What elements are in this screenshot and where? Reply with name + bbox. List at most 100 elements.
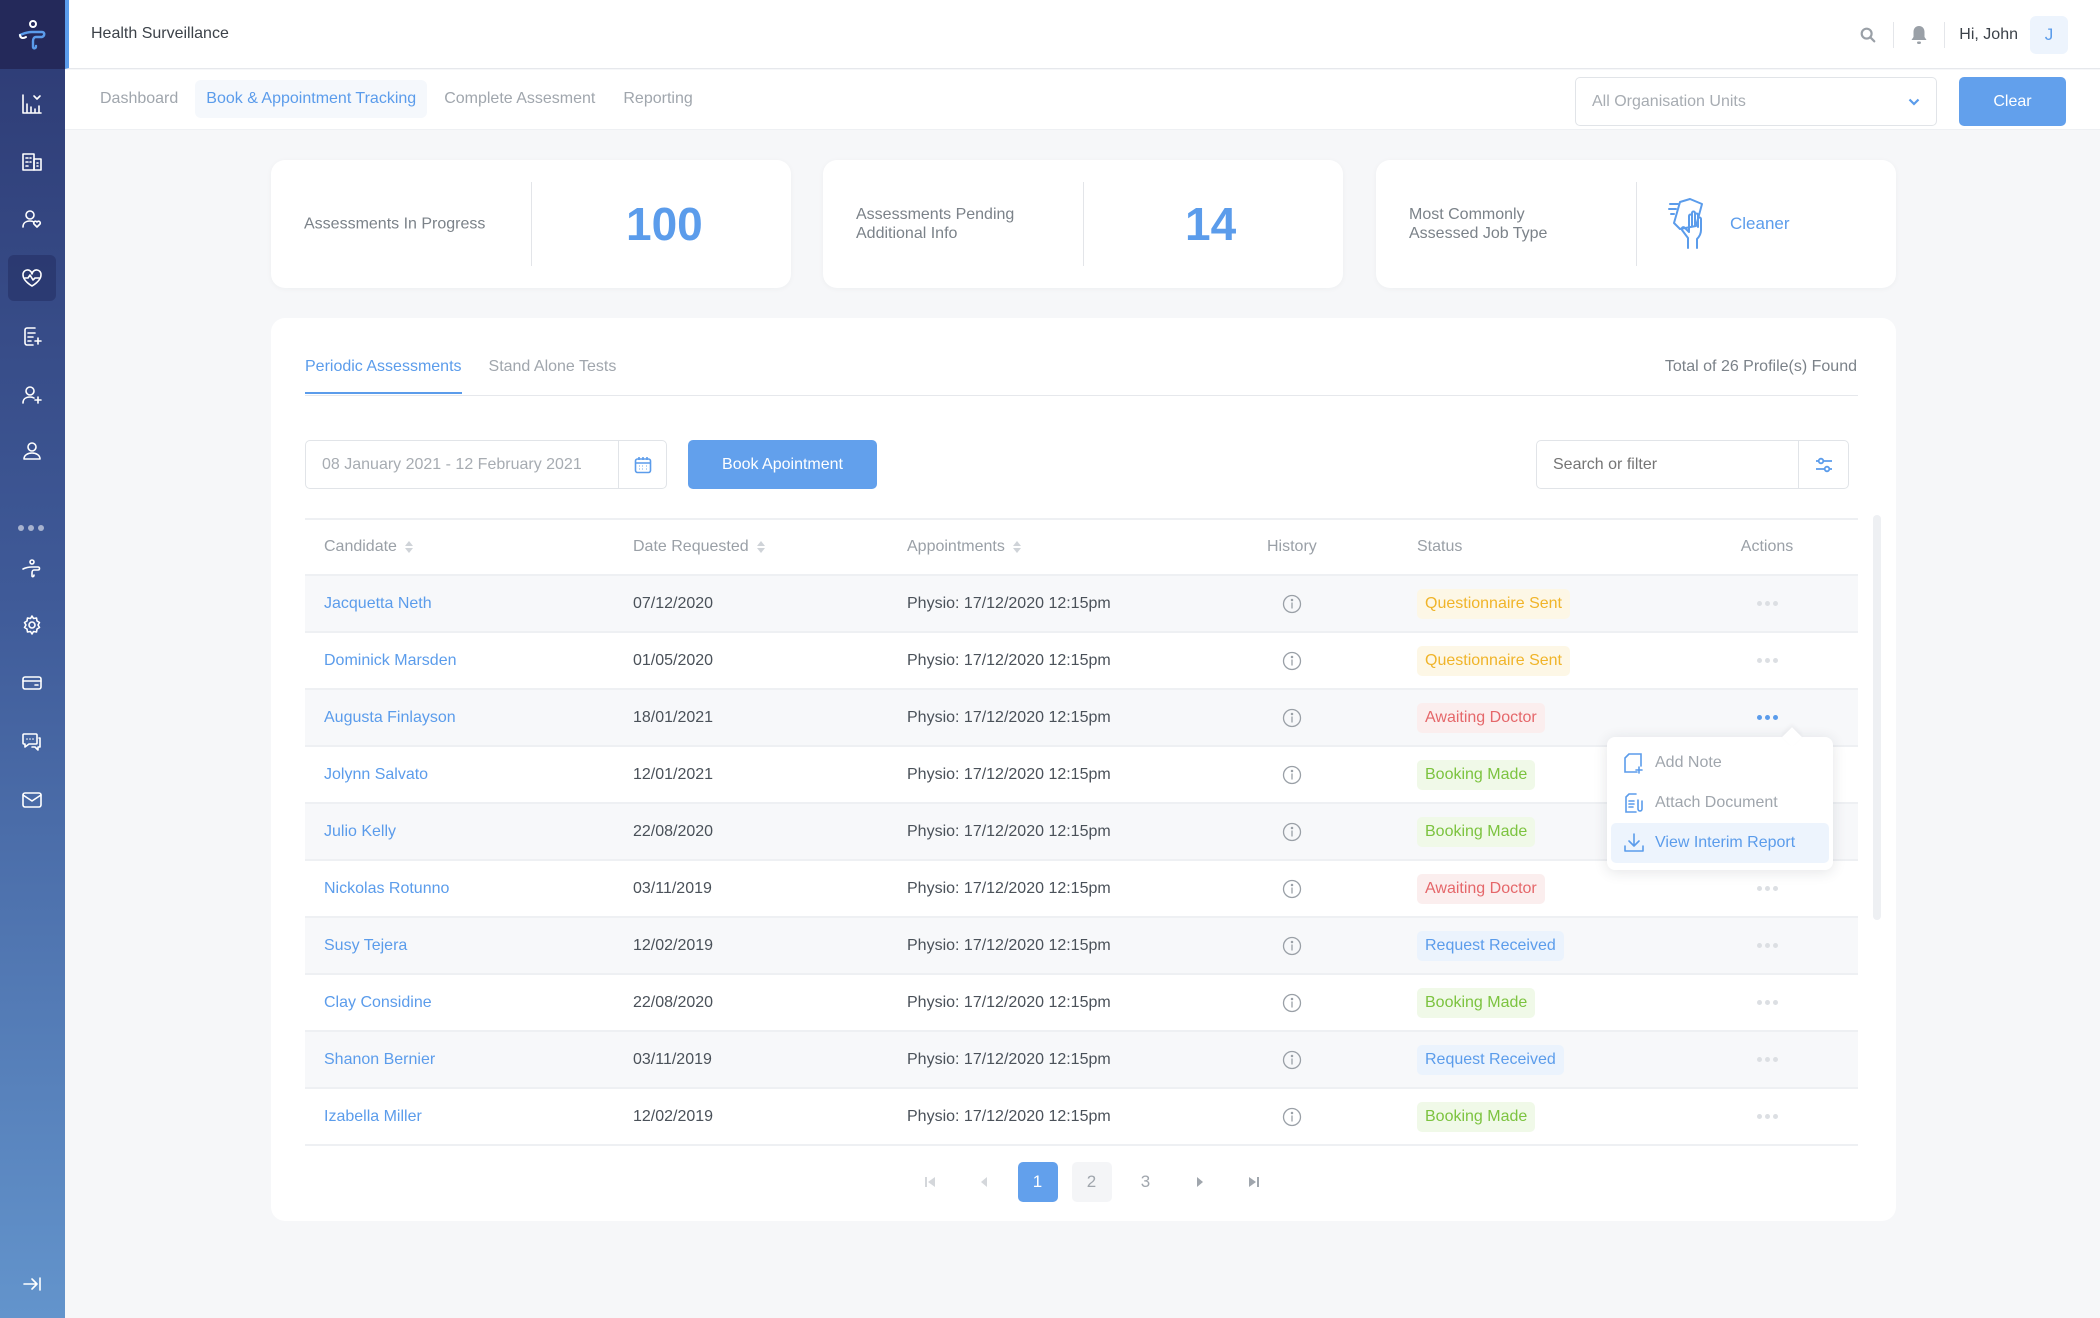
app-title: Health Surveillance (91, 25, 229, 42)
table-header: Candidate Date Requested Appointments Hi… (305, 518, 1858, 576)
last-page-button[interactable] (1234, 1162, 1274, 1202)
sidebar-item-add-user[interactable] (8, 372, 56, 418)
candidate-link[interactable]: Nickolas Rotunno (324, 880, 449, 897)
book-appointment-button[interactable]: Book Apointment (688, 440, 877, 489)
organisation-units-select[interactable]: All Organisation Units (1575, 77, 1937, 126)
first-page-button[interactable] (910, 1162, 950, 1202)
next-page-button[interactable] (1180, 1162, 1220, 1202)
row-actions-button[interactable] (1751, 595, 1784, 612)
candidate-link[interactable]: Shanon Bernier (324, 1051, 435, 1068)
history-info-button[interactable] (1277, 936, 1302, 956)
status-badge: Request Received (1417, 930, 1564, 961)
sidebar-item-health-surveillance[interactable] (8, 255, 56, 301)
search-filter (1536, 440, 1849, 489)
date-requested: 03/11/2019 (633, 1050, 712, 1068)
stat-label-line: Most Commonly (1409, 206, 1525, 223)
sidebar-item-buildings[interactable] (8, 139, 56, 185)
row-actions-button[interactable] (1751, 652, 1784, 669)
sidebar-item-billing[interactable] (8, 660, 56, 706)
tab-stand-alone-tests[interactable]: Stand Alone Tests (489, 358, 617, 394)
settings-icon (23, 615, 41, 635)
date-range-input[interactable] (306, 441, 618, 488)
page-button-2[interactable]: 2 (1071, 1162, 1112, 1202)
divider (1636, 182, 1637, 266)
previous-page-icon (980, 1177, 987, 1187)
divider (1893, 22, 1895, 48)
tab-dashboard[interactable]: Dashboard (89, 80, 189, 118)
history-info-button[interactable] (1277, 1107, 1302, 1127)
date-requested: 22/08/2020 (633, 822, 714, 840)
column-header-candidate[interactable]: Candidate (305, 538, 633, 556)
sidebar-item-brand[interactable] (8, 546, 56, 592)
filter-button[interactable] (1798, 441, 1848, 488)
sidebar-item-user-refresh[interactable] (8, 428, 56, 474)
app-logo[interactable] (0, 0, 65, 69)
page-button-3[interactable]: 3 (1126, 1162, 1166, 1202)
tab-periodic-assessments[interactable]: Periodic Assessments (305, 358, 462, 394)
more-dots-icon[interactable] (18, 525, 44, 531)
tab-book-appointment-tracking[interactable]: Book & Appointment Tracking (195, 80, 428, 118)
candidate-link[interactable]: Augusta Finlayson (324, 709, 456, 726)
history-info-button[interactable] (1277, 594, 1302, 614)
clear-button[interactable]: Clear (1959, 77, 2066, 126)
table-row: Jacquetta Neth 07/12/2020 Physio: 17/12/20… (305, 576, 1858, 633)
candidate-link[interactable]: Julio Kelly (324, 823, 396, 840)
history-info-button[interactable] (1277, 765, 1302, 785)
tab-complete-assessment[interactable]: Complete Assesment (433, 80, 606, 118)
search-input[interactable] (1537, 441, 1798, 488)
sidebar-item-analytics[interactable] (8, 81, 56, 127)
next-page-icon (1196, 1177, 1203, 1187)
menu-item-add-note[interactable]: Add Note (1611, 743, 1829, 783)
avatar[interactable]: J (2030, 16, 2068, 54)
sidebar-item-user-health[interactable] (8, 196, 56, 242)
date-requested: 18/01/2021 (633, 708, 714, 726)
candidate-link[interactable]: Susy Tejera (324, 937, 407, 954)
stat-card-in-progress: Assessments In Progress 100 (271, 160, 791, 288)
candidate-link[interactable]: Izabella Miller (324, 1108, 422, 1125)
page-button-1[interactable]: 1 (1017, 1162, 1058, 1202)
history-info-button[interactable] (1277, 708, 1302, 728)
row-actions-button[interactable] (1751, 1108, 1784, 1125)
sub-navigation: Dashboard Book & Appointment Tracking Co… (65, 70, 2100, 130)
menu-item-attach-document[interactable]: Attach Document (1611, 783, 1829, 823)
row-actions-button[interactable] (1751, 880, 1784, 897)
sidebar-item-messages[interactable] (8, 718, 56, 764)
column-header-status: Status (1417, 538, 1463, 555)
candidate-link[interactable]: Dominick Marsden (324, 652, 456, 669)
row-actions-button[interactable] (1751, 937, 1784, 954)
calendar-button[interactable] (618, 441, 666, 488)
status-badge: Booking Made (1417, 816, 1536, 847)
history-info-button[interactable] (1277, 879, 1302, 899)
search-button[interactable] (1849, 16, 1887, 54)
first-page-icon (924, 1177, 935, 1187)
history-info-button[interactable] (1277, 822, 1302, 842)
app-logo-icon (22, 559, 41, 578)
row-actions-button[interactable] (1751, 709, 1784, 726)
sort-icon (1012, 541, 1021, 553)
user-greeting: Hi, John (1959, 26, 2018, 43)
menu-item-view-interim-report[interactable]: View Interim Report (1611, 823, 1829, 863)
candidate-link[interactable]: Jacquetta Neth (324, 595, 432, 612)
stat-label-line: Assessed Job Type (1409, 225, 1548, 242)
sidebar-item-settings[interactable] (8, 602, 56, 648)
sidebar-item-add-document[interactable] (8, 313, 56, 359)
search-icon (1860, 27, 1876, 43)
history-info-button[interactable] (1277, 993, 1302, 1013)
sidebar-collapse-toggle[interactable] (8, 1261, 56, 1307)
column-header-date-requested[interactable]: Date Requested (633, 538, 907, 556)
tab-reporting[interactable]: Reporting (612, 80, 703, 118)
previous-page-button[interactable] (964, 1162, 1004, 1202)
stat-label: Assessments Pending Additional Info (856, 205, 1014, 243)
candidate-link[interactable]: Jolynn Salvato (324, 766, 428, 783)
stat-label-line: Additional Info (856, 225, 958, 242)
notifications-button[interactable] (1900, 16, 1938, 54)
history-info-button[interactable] (1277, 1050, 1302, 1070)
row-actions-button[interactable] (1751, 1051, 1784, 1068)
candidate-link[interactable]: Clay Considine (324, 994, 432, 1011)
column-header-appointments[interactable]: Appointments (907, 538, 1267, 556)
row-actions-button[interactable] (1751, 994, 1784, 1011)
table-scrollbar[interactable] (1873, 515, 1881, 920)
history-info-button[interactable] (1277, 651, 1302, 671)
appointment: Physio: 17/12/2020 12:15pm (907, 993, 1111, 1011)
sidebar-item-mail[interactable] (8, 777, 56, 823)
